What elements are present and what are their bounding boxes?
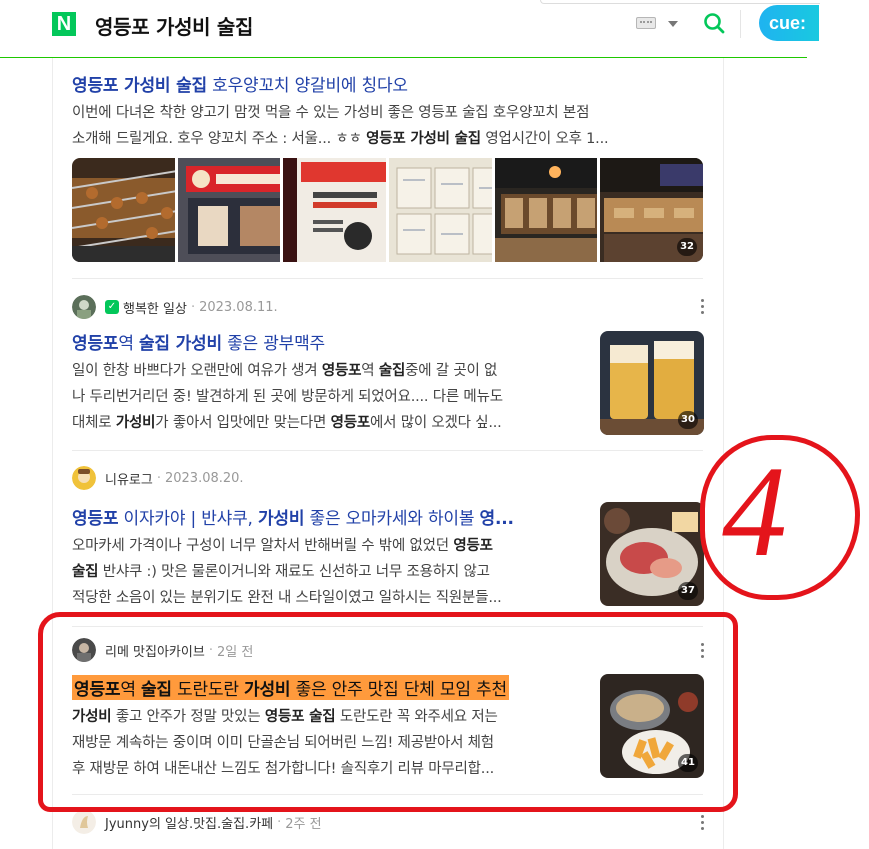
description-text: 적당한 소음이 있는 분위기도 완전 내 스타일이였고 일하시는 직원분들... [72, 590, 502, 606]
description-line: 술집 반샤쿠 :) 맛은 물론이거니와 재료도 신선하고 너무 조용하지 않고 [72, 559, 587, 585]
result-thumbnail[interactable]: 30 [600, 331, 704, 435]
author-name[interactable]: Jyunny의 일상.맛집.술집.카페 [105, 813, 273, 832]
search-icon[interactable] [703, 12, 725, 34]
title-segment[interactable]: 영등포 [72, 509, 119, 529]
result-divider [72, 450, 703, 451]
description-text: 오마카세 가격이나 구성이 너무 알차서 반해버릴 수 밖에 없었던 [72, 538, 454, 554]
avatar[interactable] [72, 295, 96, 319]
photo-strip[interactable]: 32 [72, 158, 704, 262]
title-segment[interactable]: 영... [480, 509, 514, 529]
title-segment[interactable]: 좋은 오마카세와 하이볼 [304, 509, 479, 529]
photo-thumbnail[interactable] [177, 158, 281, 262]
caret-down-icon[interactable] [668, 21, 678, 27]
keyword-highlight: 술집 [378, 363, 406, 379]
description-text: 이번에 다녀온 착한 양고기 맘껏 먹을 수 있는 가성비 좋은 영등포 술집 … [72, 105, 590, 121]
description-text: 소개해 드릴게요. 호우 양꼬치 주소 : 서울... ㅎㅎ [72, 131, 367, 147]
more-options-icon[interactable] [701, 815, 705, 831]
result-description: 일이 한창 바쁘다가 오랜만에 여유가 생겨 영등포역 술집중에 갈 곳이 없나… [72, 358, 587, 436]
result-title[interactable]: 영등포역 술집 가성비 좋은 광부맥주 [72, 329, 582, 354]
description-text: 나 두리번거리던 중! 발견하게 된 곳에 방문하게 되었어요.... 다른 메… [72, 389, 503, 405]
title-segment[interactable]: 역 [118, 334, 139, 354]
author-row[interactable]: 니유로그 · 2023.08.20. [72, 466, 244, 490]
description-text: 반샤쿠 :) 맛은 물론이거니와 재료도 신선하고 너무 조용하지 않고 [98, 564, 490, 580]
verified-check-icon: ✓ [105, 300, 119, 314]
author-name[interactable]: 행복한 일상 [123, 298, 187, 317]
description-line: 오마카세 가격이나 구성이 너무 알차서 반해버릴 수 밖에 없었던 영등포 [72, 533, 587, 559]
photo-count-badge: 30 [678, 411, 698, 429]
title-segment[interactable]: 가성비 [258, 509, 305, 529]
separator-dot: · [190, 299, 196, 315]
description-line: 소개해 드릴게요. 호우 양꼬치 주소 : 서울... ㅎㅎ 영등포 가성비 술… [72, 126, 609, 152]
author-name[interactable]: 니유로그 [105, 469, 153, 488]
description-text: 중에 갈 곳이 없 [405, 363, 498, 379]
description-text: 영업시간이 오후 1... [480, 131, 609, 147]
description-line: 적당한 소음이 있는 분위기도 완전 내 스타일이였고 일하시는 직원분들... [72, 585, 587, 611]
keyboard-icon[interactable] [636, 17, 656, 29]
description-text: 대체로 [72, 415, 116, 431]
keyword-highlight: 영등포 가성비 술집 [366, 131, 481, 147]
keyword-highlight: 영등포 [330, 415, 371, 431]
description-text: 역 [361, 363, 379, 379]
description-text: 일이 한창 바쁘다가 오랜만에 여유가 생겨 [72, 363, 322, 379]
annotation-number: 4 [722, 440, 787, 584]
search-query[interactable]: 영등포 가성비 술집 [95, 11, 253, 40]
description-line: 일이 한창 바쁘다가 오랜만에 여유가 생겨 영등포역 술집중에 갈 곳이 없 [72, 358, 587, 384]
cue-button[interactable]: cue: [759, 5, 819, 41]
title-segment[interactable]: 좋은 광부맥주 [222, 334, 325, 354]
dropdown-edge [540, 0, 820, 4]
description-text: 가 좋아서 입맛에만 맞는다면 [155, 415, 331, 431]
photo-count-badge: 37 [678, 582, 698, 600]
highlight-annotation-box [38, 612, 738, 812]
photo-count-badge: 32 [677, 238, 698, 256]
title-segment[interactable]: 술집 가성비 [139, 334, 222, 354]
description-text: 에서 많이 오겠다 싶... [370, 415, 502, 431]
author-row[interactable]: Jyunny의 일상.맛집.술집.카페 · 2주 전 [72, 810, 322, 834]
result-description: 오마카세 가격이나 구성이 너무 알차서 반해버릴 수 밖에 없었던 영등포 술집… [72, 533, 587, 611]
result-description: 이번에 다녀온 착한 양고기 맘껏 먹을 수 있는 가성비 좋은 영등포 술집 … [72, 100, 609, 152]
avatar[interactable] [72, 810, 96, 834]
post-date: 2023.08.20. [164, 470, 244, 486]
keyword-highlight: 영등포 [321, 363, 362, 379]
title-segment[interactable]: 영등포 가성비 술집 [72, 76, 207, 96]
separator-dot: · [156, 470, 161, 486]
post-date: 2주 전 [285, 816, 322, 832]
title-segment[interactable]: 이자카야 | 반샤쿠, [118, 509, 258, 529]
keyword-highlight: 영등포 [453, 538, 493, 554]
keyword-highlight: 가성비 [115, 415, 156, 431]
search-header: N 영등포 가성비 술집 cue: [0, 0, 819, 58]
photo-thumbnail[interactable] [494, 158, 598, 262]
photo-thumbnail[interactable] [389, 158, 492, 262]
photo-thumbnail[interactable] [283, 158, 387, 262]
post-date: 2023.08.11. [199, 299, 278, 315]
description-line: 이번에 다녀온 착한 양고기 맘껏 먹을 수 있는 가성비 좋은 영등포 술집 … [72, 100, 608, 126]
description-line: 대체로 가성비가 좋아서 입맛에만 맞는다면 영등포에서 많이 오겠다 싶... [72, 410, 587, 436]
title-segment[interactable]: 영등포 [72, 334, 119, 354]
result-title[interactable]: 영등포 가성비 술집 호우양꼬치 양갈비에 칭다오 [72, 71, 408, 96]
description-line: 나 두리번거리던 중! 발견하게 된 곳에 방문하게 되었어요.... 다른 메… [72, 384, 587, 410]
result-divider [72, 278, 703, 279]
result-thumbnail[interactable] [600, 845, 704, 849]
photo-thumbnail[interactable]: 32 [600, 158, 704, 262]
header-divider [740, 10, 741, 38]
separator-dot: · [277, 814, 282, 830]
result-title[interactable]: 영등포 이자카야 | 반샤쿠, 가성비 좋은 오마카세와 하이볼 영... [72, 504, 569, 529]
naver-logo[interactable]: N [52, 12, 76, 36]
keyword-highlight: 술집 [72, 564, 99, 580]
result-thumbnail[interactable]: 37 [600, 502, 704, 606]
author-row[interactable]: ✓ 행복한 일상 · 2023.08.11. [72, 295, 278, 319]
title-segment[interactable]: 호우양꼬치 양갈비에 칭다오 [207, 76, 408, 96]
photo-thumbnail[interactable] [72, 158, 175, 262]
avatar[interactable] [72, 466, 96, 490]
more-options-icon[interactable] [701, 299, 705, 315]
